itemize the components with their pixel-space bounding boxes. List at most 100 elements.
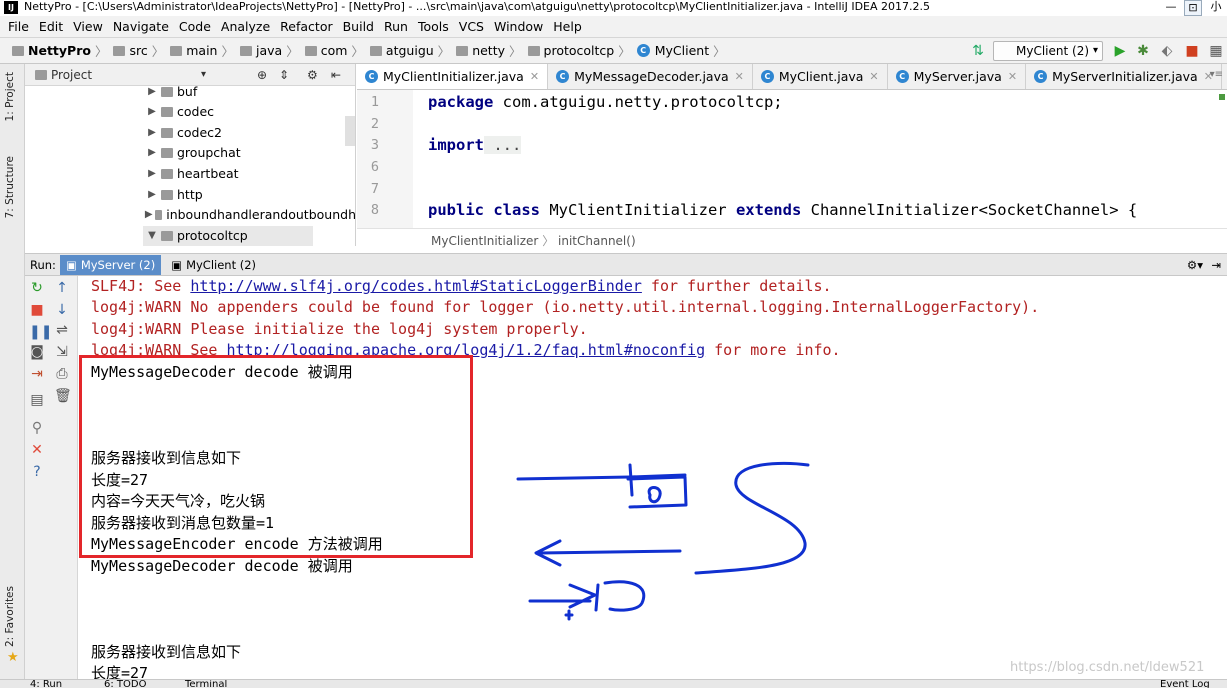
menu-vcs[interactable]: VCS [459,19,484,34]
hide-panel-icon[interactable]: ⇥ [1211,258,1221,272]
breadcrumb-main[interactable]: main 〉 [170,41,234,60]
dump-threads-icon[interactable]: ◙ [29,344,45,360]
breadcrumb-netty[interactable]: netty 〉 [456,41,522,60]
inspection-status-icon[interactable] [1219,94,1225,100]
ink-stroke-s [694,461,810,575]
project-structure-icon[interactable]: ▦ [1208,43,1224,59]
minimize-icon[interactable]: — [1162,0,1180,16]
breadcrumb-src[interactable]: src 〉 [113,41,164,60]
collapse-icon[interactable]: ⇕ [279,64,289,86]
tree-item-codec[interactable]: ▶ codec [143,102,214,122]
bottom-tab-terminal[interactable]: Terminal [185,680,227,688]
tree-item-http[interactable]: ▶ http [143,185,203,205]
close-icon[interactable]: ✕ [735,70,744,83]
folder-icon [113,45,126,56]
ink-stroke-arrow-left [534,539,682,567]
menu-analyze[interactable]: Analyze [221,19,270,34]
menu-edit[interactable]: Edit [39,19,63,34]
tab-myserver[interactable]: C MyServer.java ✕ [888,64,1027,89]
user-icon[interactable]: ⊡ [1184,0,1202,16]
project-tool-tab[interactable]: 1: Project [4,72,16,121]
help-icon[interactable]: ? [29,464,45,480]
gear-icon[interactable]: ⚙▾ [1187,258,1203,272]
tab-myserverinitializer[interactable]: C MyServerInitializer.java ✕ [1026,64,1222,89]
breadcrumb-atguigu[interactable]: atguigu 〉 [369,41,450,60]
sync-icon[interactable]: ⊕ [257,64,267,86]
tab-myclient[interactable]: C MyClient.java ✕ [753,64,888,89]
folder-icon [161,231,173,241]
breadcrumb-myclient[interactable]: C MyClient 〉 [636,41,726,60]
tab-menu-icon[interactable]: ▾≡ [1210,69,1223,80]
project-panel: Project ▾ ⊕ ⇕ ⚙ ⇤ ▶ buf ▶ codec ▶ codec2 ▶ g… [25,64,356,246]
chevron-right-icon: ▶ [144,209,153,220]
pin-icon[interactable]: ⚲ [29,420,45,436]
coverage-icon[interactable]: ⬖ [1159,43,1175,59]
close-icon[interactable]: ✕ [1008,70,1017,83]
breadcrumb-java[interactable]: java 〉 [239,41,299,60]
code-editor[interactable]: package com.atguigu.netty.protocoltcp; i… [413,90,1227,228]
structure-tool-tab[interactable]: 7: Structure [4,156,16,218]
folder-icon [161,87,173,97]
favorites-tool-tab[interactable]: 2: Favorites [4,586,16,647]
crumb-method[interactable]: initChannel() [558,234,636,248]
bottom-tab-event-log[interactable]: Event Log [1160,680,1210,688]
hide-icon[interactable]: ⇤ [331,64,341,86]
breadcrumb-com[interactable]: com 〉 [304,41,364,60]
folder-icon [239,45,252,56]
menu-window[interactable]: Window [494,19,543,34]
print-icon[interactable]: ⎙ [54,366,70,382]
bottom-tab-run[interactable]: 4: Run [30,680,62,688]
menu-code[interactable]: Code [179,19,211,34]
slf4j-link[interactable]: http://www.slf4j.org/codes.html#StaticLo… [190,277,642,295]
rerun-icon[interactable]: ↻ [29,280,45,296]
run-tab-myclient[interactable]: ▣ MyClient (2) [165,255,262,275]
stop-icon[interactable]: ■ [29,302,45,318]
tree-item-inboundhandler[interactable]: ▶ inboundhandlerandoutboundh [143,205,356,225]
run-icon[interactable]: ▶ [1112,43,1128,59]
tree-item-buf[interactable]: ▶ buf [143,82,197,102]
menu-build[interactable]: Build [343,19,374,34]
close-icon[interactable]: ✕ [869,70,878,83]
close-icon[interactable]: ✕ [530,70,539,83]
scrollbar-thumb[interactable] [345,116,355,146]
tab-mymessagedecoder[interactable]: C MyMessageDecoder.java ✕ [548,64,753,89]
run-tab-myserver[interactable]: ▣ MyServer (2) [59,254,162,275]
menu-file[interactable]: File [8,19,29,34]
menu-help[interactable]: Help [553,19,582,34]
layout-icon[interactable]: ▤ [29,392,45,408]
handwritten-annotation [516,461,810,621]
close-icon[interactable]: ✕ [29,442,45,458]
project-panel-title[interactable]: Project [51,68,92,82]
arrow-down-icon[interactable]: ↓ [54,302,70,318]
scroll-to-end-icon[interactable]: ⇲ [54,344,70,360]
menu-run[interactable]: Run [384,19,408,34]
star-icon: ★ [7,650,19,665]
pause-icon[interactable]: ❚❚ [29,324,52,340]
debug-icon[interactable]: ✱ [1135,43,1151,59]
tree-item-codec2[interactable]: ▶ codec2 [143,123,222,143]
crumb-class[interactable]: MyClientInitializer [431,234,538,248]
soft-wrap-icon[interactable]: ⇌ [54,322,70,338]
run-config-select[interactable]: MyClient (2) ▾ [993,41,1103,61]
arrow-up-icon[interactable]: ↑ [54,280,70,296]
gear-icon[interactable]: ⚙ [307,64,318,86]
menu-navigate[interactable]: Navigate [113,19,169,34]
folder-icon [154,210,163,220]
breadcrumb-protocoltcp[interactable]: protocoltcp 〉 [527,41,631,60]
menu-refactor[interactable]: Refactor [280,19,332,34]
tree-item-protocoltcp[interactable]: ▼ protocoltcp [143,226,313,246]
trash-icon[interactable]: 🗑 [54,388,72,404]
tab-myclientinitializer[interactable]: C MyClientInitializer.java ✕ [357,64,549,89]
menu-bar: File Edit View Navigate Code Analyze Ref… [0,16,1227,37]
stop-icon[interactable]: ■ [1184,43,1200,59]
menu-tools[interactable]: Tools [418,19,449,34]
breadcrumb-project[interactable]: NettyPro 〉 [12,41,107,60]
sort-icon[interactable]: ⇅ [970,43,986,59]
chevron-right-icon: ▶ [148,127,156,138]
bottom-tab-todo[interactable]: 6: TODO [104,680,146,688]
exit-icon[interactable]: ⇥ [29,366,45,382]
menu-view[interactable]: View [73,19,103,34]
tree-item-heartbeat[interactable]: ▶ heartbeat [143,164,238,184]
tree-item-groupchat[interactable]: ▶ groupchat [143,143,241,163]
chevron-down-icon[interactable]: ▾ [201,64,206,86]
